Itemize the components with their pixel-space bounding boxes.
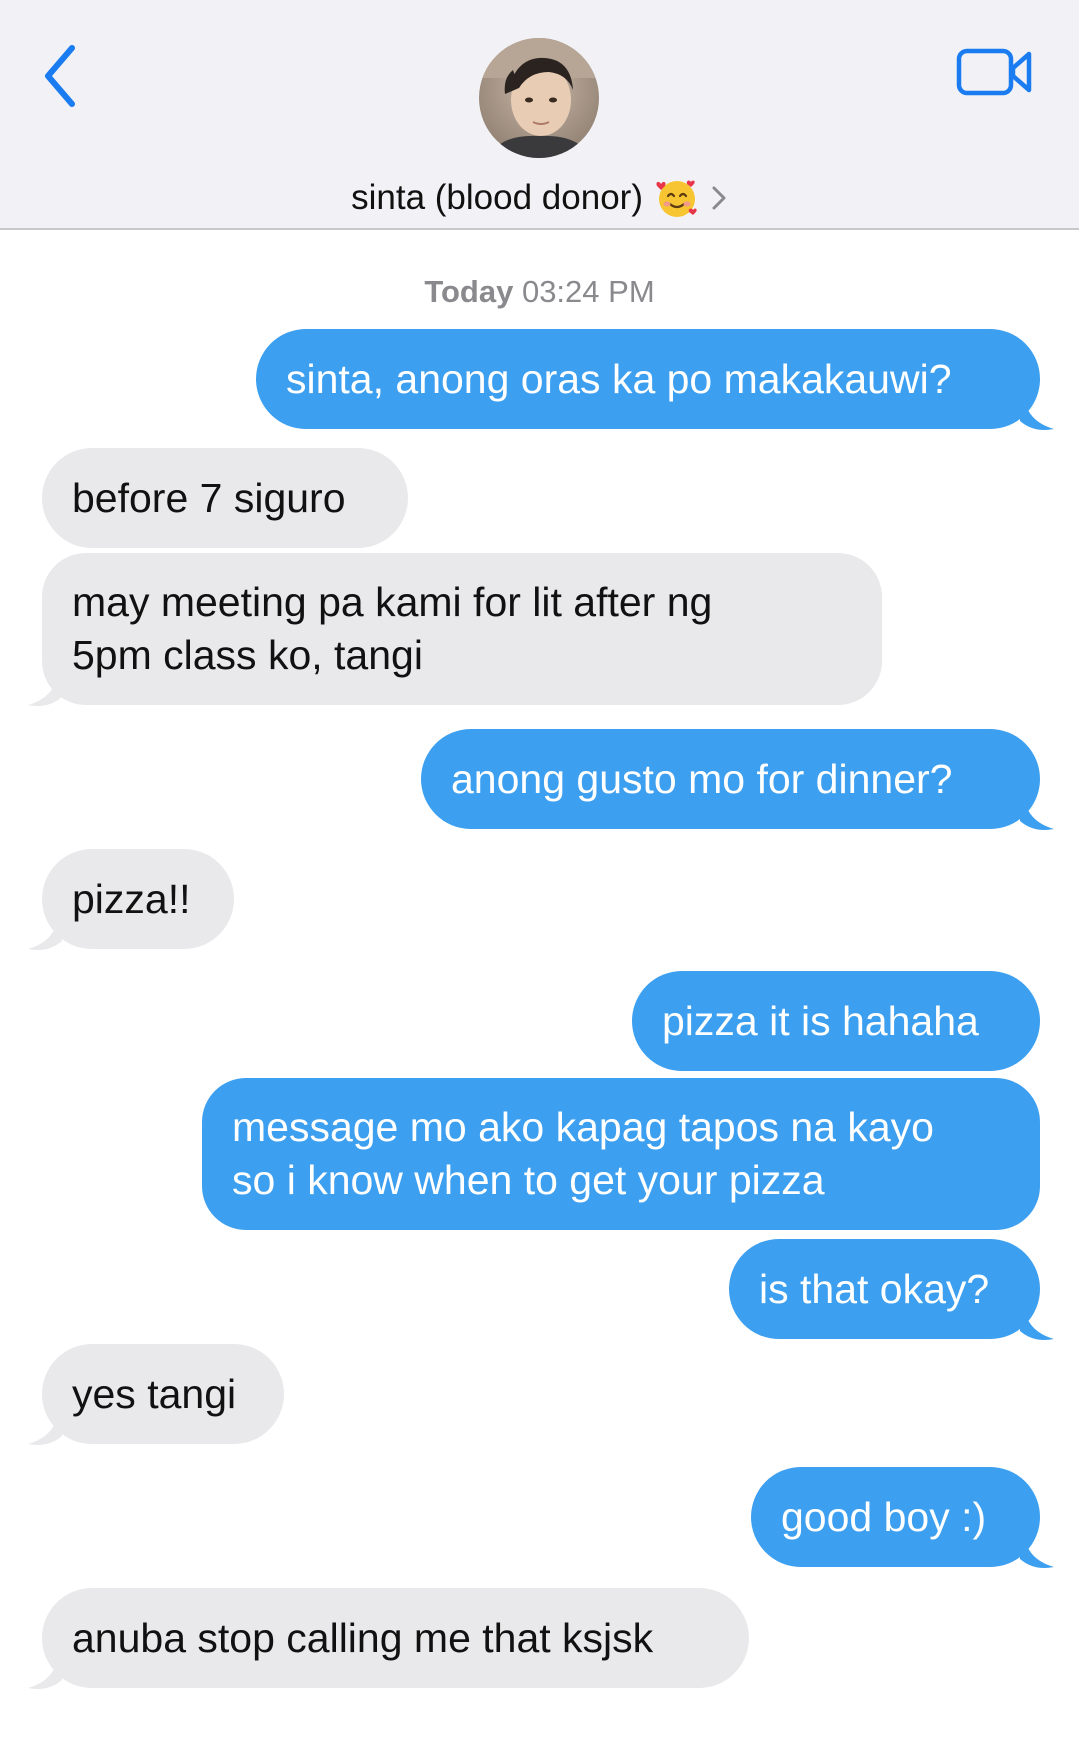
message-text: is that okay? <box>759 1265 990 1312</box>
contact-name-button[interactable]: sinta (blood donor) <box>0 172 1079 224</box>
timestamp-day: Today <box>424 274 514 309</box>
conversation-header: sinta (blood donor) <box>0 0 1079 230</box>
bubble-tail <box>1020 395 1054 430</box>
bubble-tail <box>28 915 62 950</box>
message-bubble-sent[interactable]: message mo ako kapag tapos na kayo so i … <box>202 1078 1040 1230</box>
message-bubble-sent[interactable]: is that okay? <box>729 1239 1054 1340</box>
message-bubble-received[interactable]: anuba stop calling me that ksjsk <box>28 1588 749 1689</box>
message-timestamp: Today 03:24 PM <box>0 272 1079 312</box>
message-bubble-received[interactable]: before 7 siguro <box>42 448 408 548</box>
video-camera-icon <box>956 48 1032 96</box>
bubble-tail <box>1020 1533 1054 1568</box>
message-text: yes tangi <box>72 1370 237 1417</box>
message-text: message mo ako kapag tapos na kayo so i … <box>232 1104 934 1203</box>
chevron-left-icon <box>45 45 75 107</box>
chevron-right-icon <box>712 186 726 210</box>
bubble-tail <box>28 671 62 706</box>
message-bubble-sent[interactable]: anong gusto mo for dinner? <box>421 729 1054 830</box>
bubble-tail <box>28 1654 62 1689</box>
contact-name: sinta (blood donor) <box>351 178 643 217</box>
message-bubble-sent[interactable]: sinta, anong oras ka po makakauwi? <box>256 329 1054 430</box>
message-text: anuba stop calling me that ksjsk <box>72 1614 654 1661</box>
message-text: before 7 siguro <box>72 474 346 521</box>
message-text: pizza it is hahaha <box>662 997 979 1044</box>
message-bubble-sent[interactable]: good boy :) <box>751 1467 1054 1568</box>
avatar-photo <box>479 38 599 158</box>
message-text: anong gusto mo for dinner? <box>451 755 953 802</box>
video-call-button[interactable] <box>955 46 1035 100</box>
back-button[interactable] <box>38 40 88 112</box>
bubble-tail <box>28 1410 62 1445</box>
message-text: pizza!! <box>72 875 191 922</box>
contact-avatar[interactable] <box>479 38 599 158</box>
message-text: good boy :) <box>781 1493 987 1540</box>
bubble-tail <box>1020 795 1054 830</box>
message-bubble-received[interactable]: yes tangi <box>28 1344 284 1445</box>
bubble-tail <box>1020 1305 1054 1340</box>
smiling-face-with-hearts-icon <box>656 180 698 217</box>
message-text: sinta, anong oras ka po makakauwi? <box>286 355 952 402</box>
timestamp-time: 03:24 PM <box>521 274 655 309</box>
message-bubble-sent[interactable]: pizza it is hahaha <box>632 971 1040 1071</box>
message-bubble-received[interactable]: pizza!! <box>28 849 234 950</box>
message-text: may meeting pa kami for lit after ng 5pm… <box>72 579 713 678</box>
message-bubble-received[interactable]: may meeting pa kami for lit after ng 5pm… <box>28 553 882 706</box>
